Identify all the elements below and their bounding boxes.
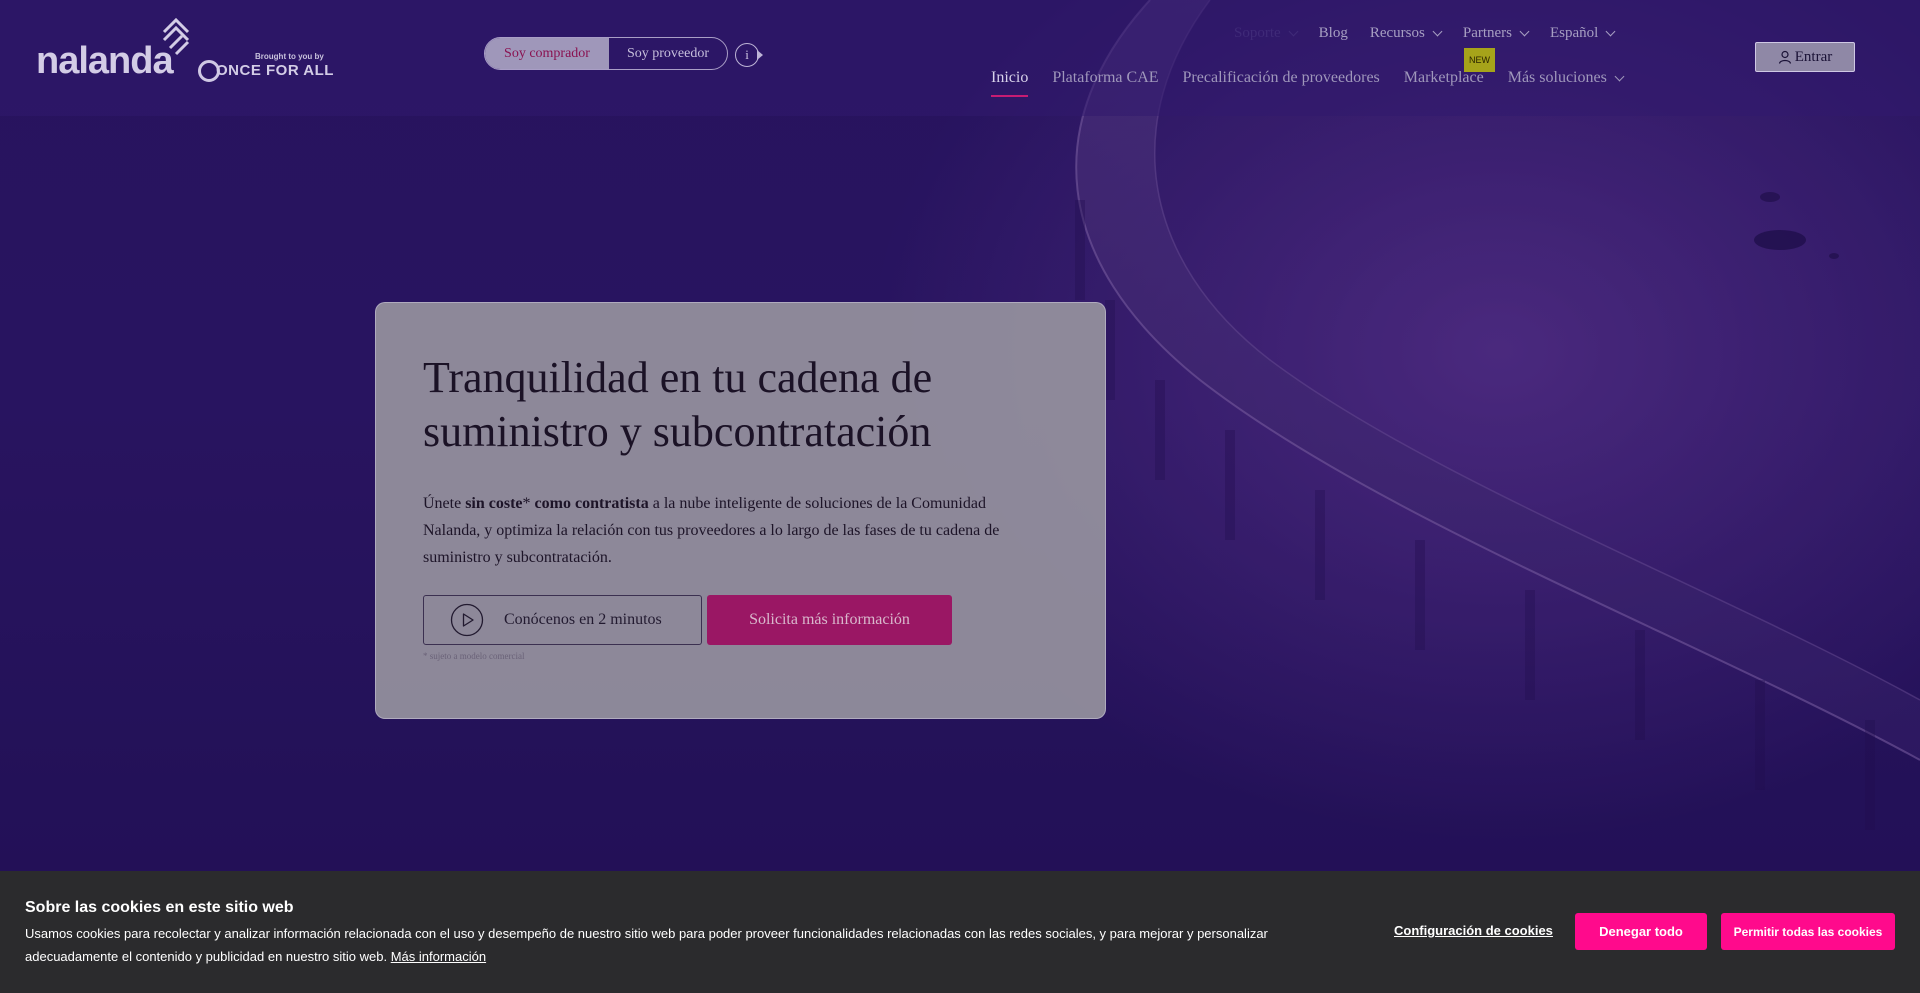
cookie-deny-button[interactable]: Denegar todo <box>1575 913 1707 950</box>
play-icon <box>450 603 484 637</box>
main-nav: Inicio Plataforma CAE Precalificación de… <box>991 65 1647 97</box>
top-link-blog[interactable]: Blog <box>1319 25 1348 42</box>
cookie-settings-button[interactable]: Configuración de cookies <box>1394 923 1553 938</box>
top-link-label: Partners <box>1462 24 1513 41</box>
new-badge: NEW <box>1464 48 1495 72</box>
watch-video-button[interactable]: Conócenos en 2 minutos <box>423 595 702 645</box>
top-link-partners[interactable]: Partners <box>1462 24 1530 42</box>
user-icon <box>1778 50 1791 64</box>
chevron-down-icon <box>1288 26 1299 36</box>
once-for-all-logo: Brought to you by ONCE FOR ALL <box>198 52 368 92</box>
top-link-label: Blog <box>1318 24 1348 41</box>
hero-card: Tranquilidad en tu cadena de suministro … <box>375 302 1106 719</box>
cookie-more-info-link[interactable]: Más información <box>391 949 486 964</box>
role-supplier-button[interactable]: Soy proveedor <box>609 38 727 69</box>
hero-description: Únete sin coste* como contratista a la n… <box>423 490 1003 571</box>
partner-name: ONCE FOR ALL <box>216 62 334 79</box>
role-toggle: Soy comprador Soy proveedor <box>484 37 728 70</box>
language-selector[interactable]: Español <box>1550 24 1616 42</box>
cookie-body: Usamos cookies para recolectar y analiza… <box>25 926 1268 964</box>
nav-item-precalificacion[interactable]: Precalificación de proveedores <box>1183 69 1380 87</box>
hero-footnote: * sujeto a modelo comercial <box>423 651 525 661</box>
watch-video-label: Conócenos en 2 minutos <box>504 611 662 628</box>
chevron-down-icon <box>1614 71 1625 81</box>
top-link-label: Soporte <box>1234 24 1281 41</box>
nalanda-mark-icon <box>162 18 190 56</box>
info-pointer <box>757 50 763 60</box>
top-link-label: Recursos <box>1369 24 1425 41</box>
nav-item-plataforma-cae[interactable]: Plataforma CAE <box>1052 69 1158 87</box>
chevron-down-icon <box>1519 26 1530 36</box>
hero-text-part: Únete <box>423 495 466 512</box>
nav-item-mas-soluciones[interactable]: Más soluciones <box>1507 69 1625 87</box>
language-label: Español <box>1550 24 1599 41</box>
nav-item-label: Más soluciones <box>1507 69 1607 86</box>
cookie-allow-button[interactable]: Permitir todas las cookies <box>1721 913 1895 950</box>
hero-text-bold: como contratista <box>534 495 649 512</box>
nav-item-inicio[interactable]: Inicio <box>991 69 1029 97</box>
login-button[interactable]: Entrar <box>1755 42 1855 72</box>
chevron-down-icon <box>1432 26 1443 36</box>
logo-wordmark: nalanda <box>36 40 174 82</box>
top-link-recursos[interactable]: Recursos <box>1369 24 1443 42</box>
hero-title: Tranquilidad en tu cadena de suministro … <box>423 353 933 456</box>
request-info-button[interactable]: Solicita más información <box>707 595 952 645</box>
cookie-title: Sobre las cookies en este sitio web <box>25 899 294 916</box>
role-buyer-button[interactable]: Soy comprador <box>485 38 609 69</box>
nalanda-logo[interactable]: nalanda Brought to you by ONCE FOR ALL <box>36 18 336 88</box>
cookie-text: Usamos cookies para recolectar y analiza… <box>25 922 1315 968</box>
top-links: Soporte Blog Recursos Partners Español <box>1234 22 1636 44</box>
partner-tagline: Brought to you by <box>255 52 324 61</box>
hero-text-bold: sin coste <box>465 495 523 512</box>
chevron-down-icon <box>1605 26 1616 36</box>
top-link-soporte[interactable]: Soporte <box>1234 24 1299 42</box>
site-header: nalanda Brought to you by ONCE FOR ALL S… <box>0 0 1920 116</box>
info-icon[interactable]: i <box>735 43 759 67</box>
hero-text-part: * <box>522 495 535 512</box>
cookie-banner: Sobre las cookies en este sitio web Usam… <box>0 871 1920 993</box>
login-label: Entrar <box>1794 48 1833 65</box>
